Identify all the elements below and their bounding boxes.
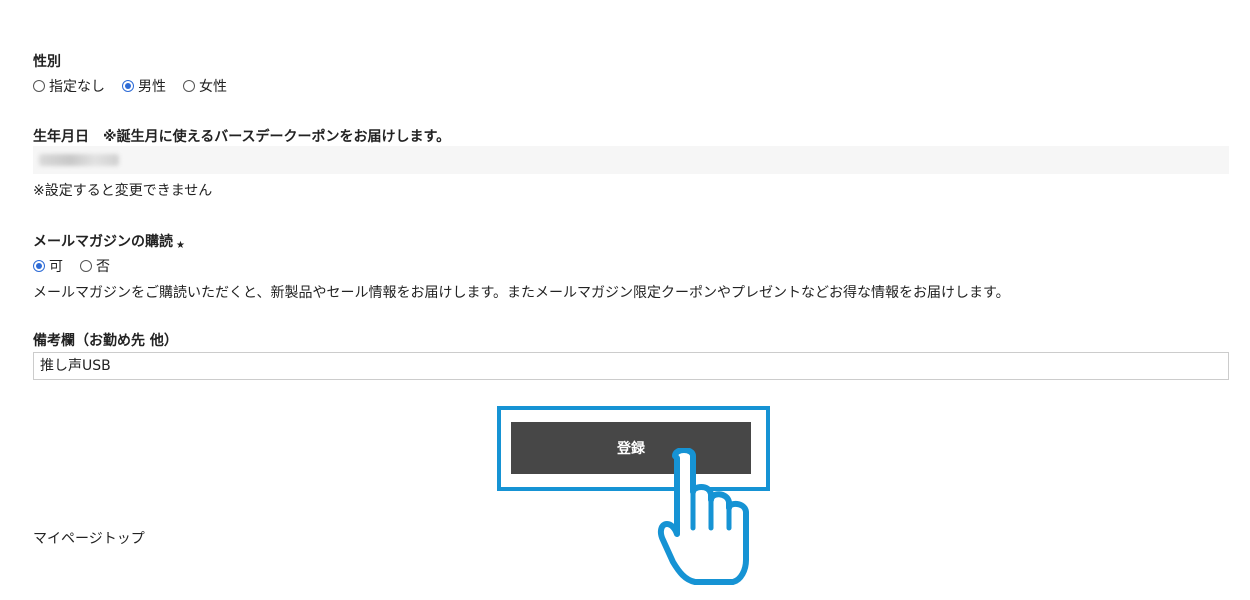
gender-option-label: 指定なし bbox=[49, 79, 105, 95]
remarks-label: 備考欄（お勤め先 他） bbox=[33, 333, 178, 349]
mypage-top-link[interactable]: マイページトップ bbox=[33, 528, 145, 548]
newsletter-description: メールマガジンをご購読いただくと、新製品やセール情報をお届けします。またメールマ… bbox=[33, 285, 1010, 301]
birthday-field bbox=[33, 146, 1229, 174]
birthday-value-blurred bbox=[39, 154, 119, 166]
radio-checked-icon bbox=[122, 80, 134, 92]
gender-label: 性別 bbox=[33, 54, 61, 70]
pointing-hand-icon bbox=[657, 448, 749, 585]
radio-unchecked-icon bbox=[183, 80, 195, 92]
gender-radio-group: 指定なし 男性 女性 bbox=[33, 76, 244, 96]
radio-unchecked-icon bbox=[80, 260, 92, 272]
required-mark: ★ bbox=[176, 240, 185, 251]
gender-option-label: 女性 bbox=[199, 79, 227, 95]
gender-option-unspecified[interactable]: 指定なし bbox=[33, 76, 105, 96]
newsletter-option-no[interactable]: 否 bbox=[80, 256, 110, 276]
gender-option-female[interactable]: 女性 bbox=[183, 76, 227, 96]
newsletter-radio-group: 可 否 bbox=[33, 256, 127, 276]
radio-unchecked-icon bbox=[33, 80, 45, 92]
gender-option-label: 男性 bbox=[138, 79, 166, 95]
newsletter-option-label: 否 bbox=[96, 259, 110, 275]
newsletter-label: メールマガジンの購読 bbox=[33, 234, 173, 250]
birthday-label: 生年月日 ※誕生月に使えるバースデークーポンをお届けします。 bbox=[33, 129, 451, 145]
newsletter-option-label: 可 bbox=[49, 259, 63, 275]
newsletter-label-row: メールマガジンの購読 ★ bbox=[33, 231, 185, 251]
gender-option-male[interactable]: 男性 bbox=[122, 76, 166, 96]
radio-checked-icon bbox=[33, 260, 45, 272]
remarks-input[interactable]: 推し声USB bbox=[33, 352, 1229, 380]
birthday-note: ※設定すると変更できません bbox=[33, 183, 213, 199]
newsletter-option-yes[interactable]: 可 bbox=[33, 256, 63, 276]
